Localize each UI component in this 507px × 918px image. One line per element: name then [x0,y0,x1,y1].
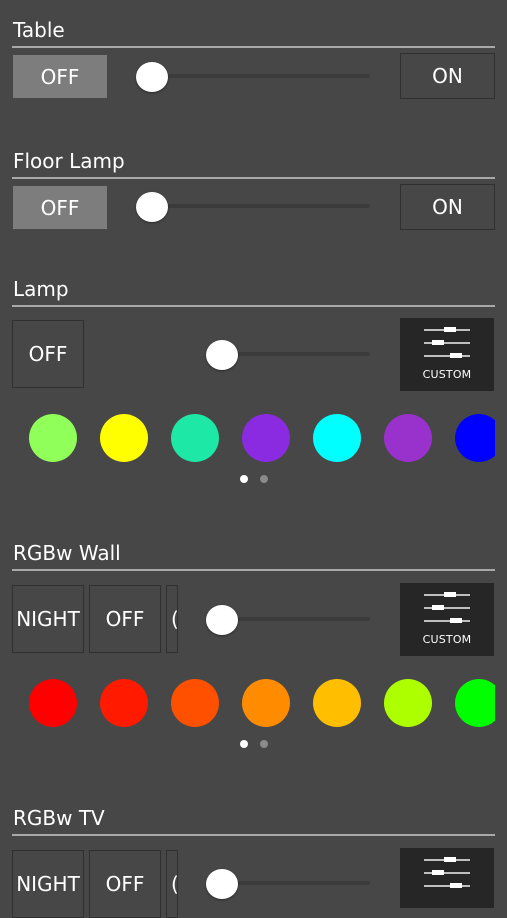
page-indicator [240,475,270,483]
custom-button[interactable]: CUSTOM [400,583,494,656]
color-swatch[interactable] [384,679,432,727]
brightness-slider[interactable] [206,869,370,899]
off-button[interactable]: OFF [89,850,161,918]
page-indicator [240,740,270,748]
off-button[interactable]: OFF [12,320,84,388]
divider [12,46,495,48]
on-button[interactable]: ON [400,184,495,230]
brightness-slider[interactable] [206,605,370,635]
divider [12,834,495,836]
page-dot [260,475,268,483]
color-swatches [0,679,507,729]
page-dot [240,740,248,748]
color-swatch[interactable] [455,679,495,727]
custom-label: CUSTOM [422,368,472,381]
slider-knob[interactable] [136,62,168,92]
color-swatch[interactable] [242,414,290,462]
brightness-slider[interactable] [136,62,370,92]
slider-track [136,74,370,78]
night-button[interactable]: NIGHT [12,585,84,653]
color-swatch[interactable] [384,414,432,462]
equalizer-sliders-icon [424,856,470,892]
divider [12,177,495,179]
off-button[interactable]: OFF [89,585,161,653]
equalizer-sliders-icon [424,326,470,362]
device-title: Lamp [13,277,69,301]
night-button[interactable]: NIGHT [12,850,84,918]
color-swatch[interactable] [100,414,148,462]
color-swatch[interactable] [455,414,495,462]
color-swatch[interactable] [171,414,219,462]
on-button[interactable]: ON [400,53,495,99]
color-swatch[interactable] [313,679,361,727]
custom-button[interactable]: CUSTOM [400,318,494,391]
custom-label: CUSTOM [422,633,472,646]
brightness-slider[interactable] [206,340,370,370]
slider-knob[interactable] [206,605,238,635]
page-dot [260,740,268,748]
color-swatch[interactable] [29,414,77,462]
device-title: RGBw Wall [13,541,121,565]
device-title: Floor Lamp [13,149,125,173]
device-title: RGBw TV [13,806,105,830]
brightness-slider[interactable] [136,192,370,222]
slider-track [136,204,370,208]
page-dot [240,475,248,483]
off-button[interactable]: OFF [13,186,107,229]
slider-knob[interactable] [206,869,238,899]
on-button-partial[interactable]: ( [166,850,178,918]
divider [12,305,495,307]
color-swatch[interactable] [171,679,219,727]
slider-knob[interactable] [206,340,238,370]
color-swatch[interactable] [242,679,290,727]
on-button-partial[interactable]: ( [166,585,178,653]
color-swatches [0,414,507,464]
slider-knob[interactable] [136,192,168,222]
color-swatch[interactable] [100,679,148,727]
divider [12,569,495,571]
custom-button[interactable] [400,848,494,908]
equalizer-sliders-icon [424,591,470,627]
off-button[interactable]: OFF [13,55,107,98]
color-swatch[interactable] [29,679,77,727]
color-swatch[interactable] [313,414,361,462]
device-title: Table [13,18,65,42]
